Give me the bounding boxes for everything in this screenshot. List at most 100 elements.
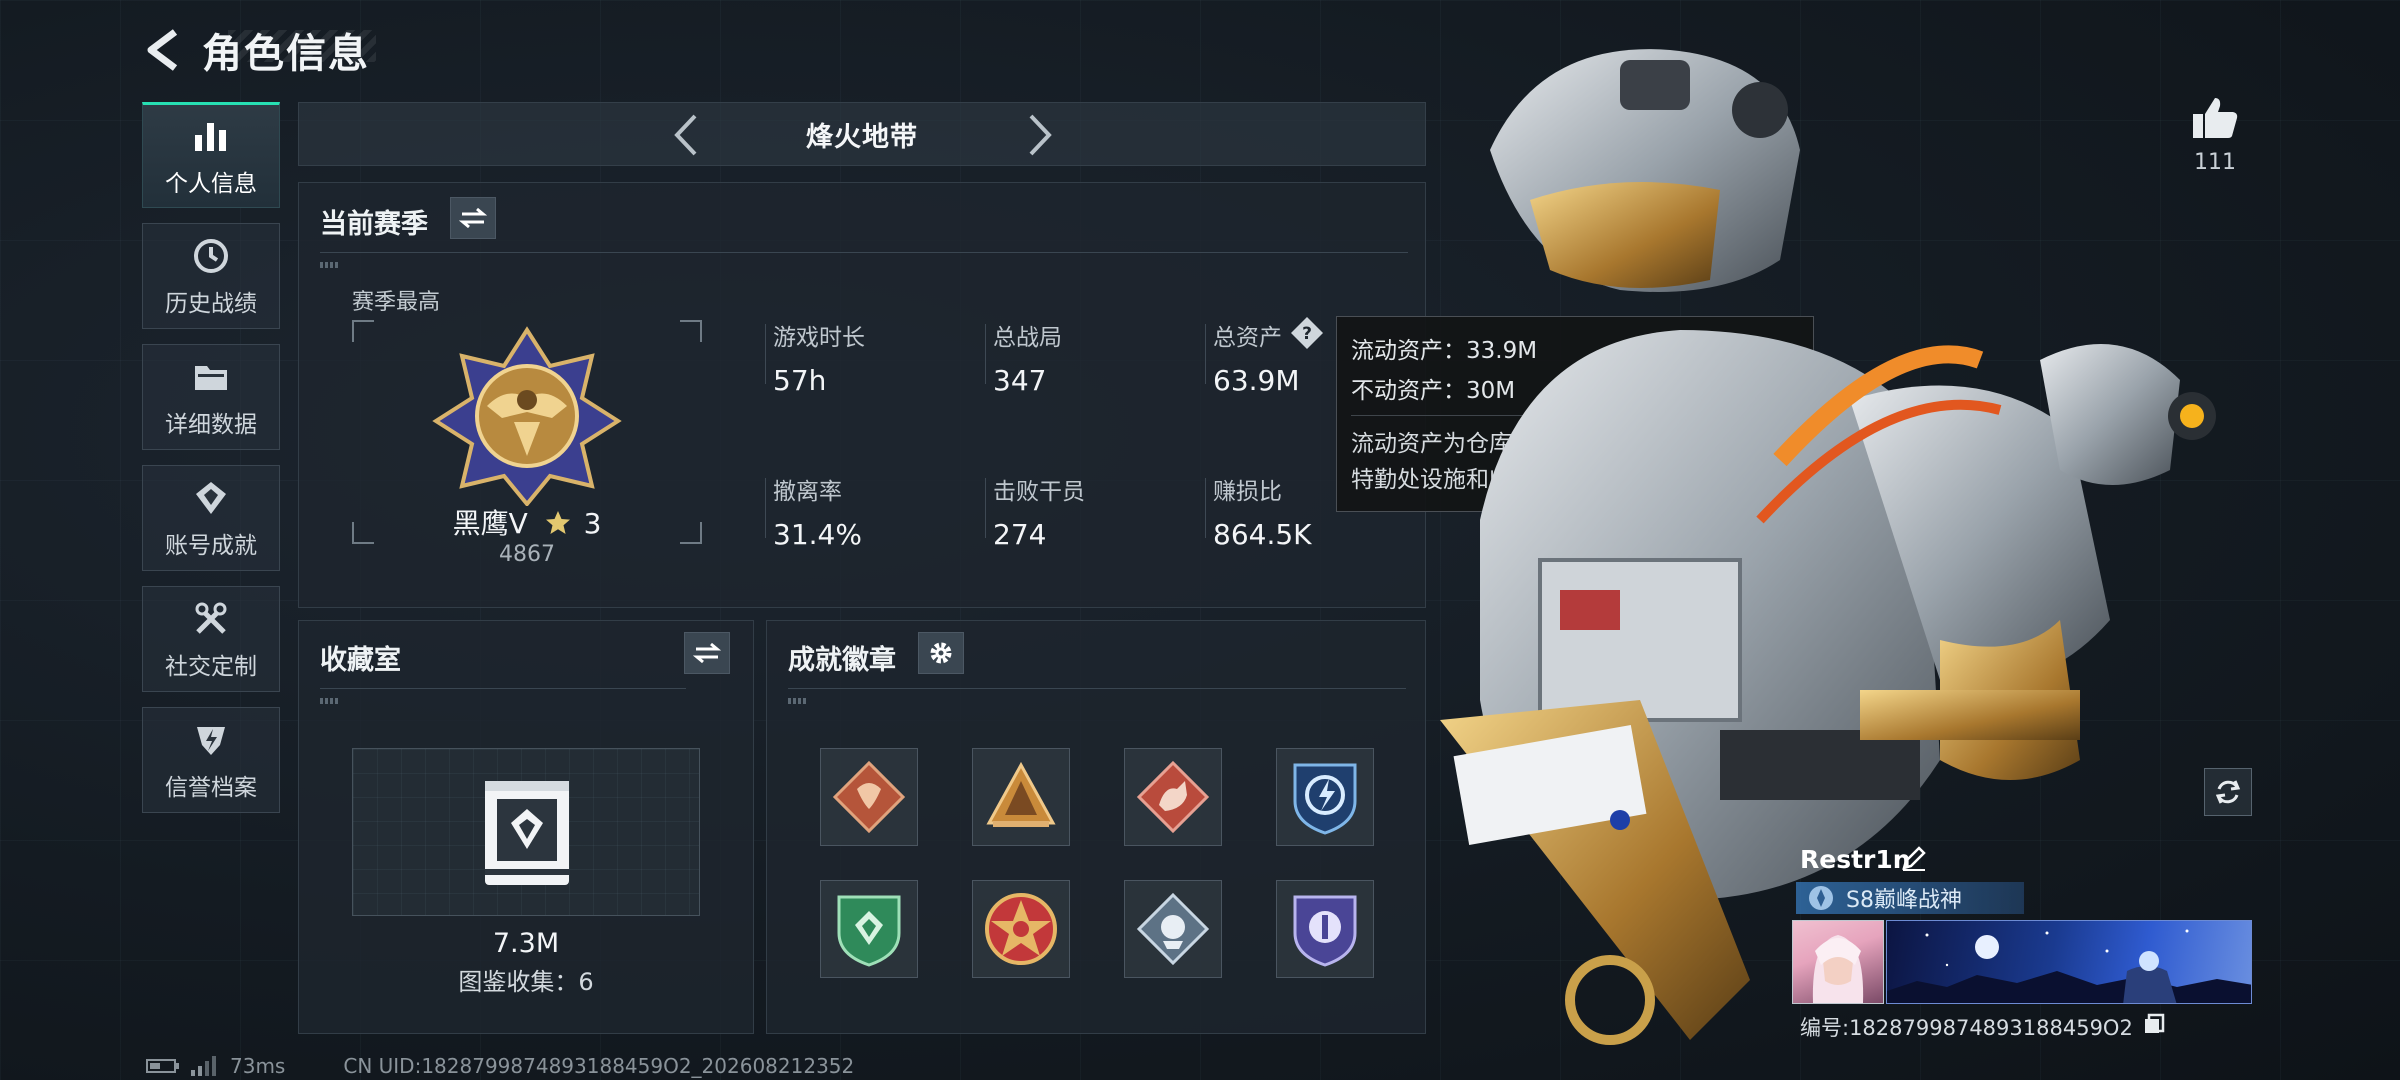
rank-name-line: 黑鹰Ⅴ 3	[352, 502, 702, 542]
night-sky-illustration	[1887, 929, 2251, 1003]
decoration	[320, 262, 340, 268]
stat-label: 总资产	[1213, 325, 1282, 351]
badge-slot[interactable]	[972, 880, 1070, 978]
lightning-shield-badge-icon	[1293, 763, 1357, 835]
season-peak-label: 赛季最高	[352, 290, 441, 315]
stat-value: 347	[993, 364, 1047, 397]
achievement-icon	[189, 476, 233, 520]
sidebar-item-achievements[interactable]: 账号成就	[142, 465, 280, 571]
badge-slot[interactable]	[1124, 880, 1222, 978]
divider	[320, 252, 1408, 253]
season-panel-title: 当前赛季	[320, 209, 428, 240]
collection-value: 7.3M	[492, 928, 560, 959]
header: 角色信息	[140, 22, 370, 78]
stat-kills: 击败干员 274	[985, 472, 1085, 551]
player-title: S8巅峰战神	[1846, 888, 1962, 913]
stat-label: 总战局	[993, 325, 1062, 351]
sidebar-item-history[interactable]: 历史战绩	[142, 223, 280, 329]
like-count: 111	[2194, 150, 2236, 175]
sidebar-item-label: 详细数据	[165, 412, 257, 438]
rank-score: 4867	[499, 542, 555, 567]
page-title: 角色信息	[202, 31, 370, 77]
stat-total-assets: 总资产 63.9M	[1205, 318, 1300, 397]
badge-slot[interactable]	[972, 748, 1070, 846]
badge-slot[interactable]	[1124, 748, 1222, 846]
ping-value: 73ms	[230, 1054, 286, 1078]
season-switch-button[interactable]	[450, 197, 496, 239]
player-id: 编号:1828799874893188459O2	[1800, 1016, 2133, 1040]
refresh-icon	[2215, 780, 2241, 804]
sidebar-item-label: 个人信息	[165, 171, 257, 197]
display-case-icon	[485, 781, 569, 885]
thumbs-up-icon	[2193, 98, 2238, 138]
rank-stars: 3	[583, 507, 602, 540]
footer-uid: CN UID:1828799874893188459O2_20260821235…	[343, 1054, 855, 1078]
badge-slot[interactable]	[1276, 748, 1374, 846]
copy-icon[interactable]	[2142, 1012, 2166, 1036]
stat-value: 274	[993, 518, 1047, 551]
stat-label: 击败干员	[993, 479, 1085, 505]
stat-label: 游戏时长	[773, 325, 865, 351]
stat-extraction-rate: 撤离率 31.4%	[765, 472, 862, 551]
stat-value: 57h	[773, 364, 827, 397]
stat-profit-ratio: 赚损比 864.5K	[1205, 472, 1312, 551]
player-title-badge: S8巅峰战神	[1796, 882, 2024, 914]
prev-mode-button[interactable]	[659, 109, 713, 161]
battery-icon	[146, 1059, 179, 1073]
stat-separator	[985, 324, 986, 384]
sidebar-item-social[interactable]: 社交定制	[142, 586, 280, 692]
sidebar-item-details[interactable]: 详细数据	[142, 344, 280, 450]
svg-text:?: ?	[1302, 324, 1312, 344]
avatar[interactable]	[1792, 920, 1884, 1004]
back-arrow-icon	[147, 29, 178, 71]
next-mode-button[interactable]	[1013, 109, 1067, 161]
help-icon[interactable]: ?	[1290, 316, 1324, 350]
badges-settings-button[interactable]	[918, 632, 964, 674]
stat-value: 864.5K	[1213, 518, 1312, 551]
rank-emblem-icon	[432, 326, 622, 506]
sidebar-item-label: 账号成就	[165, 533, 257, 559]
signal-icon	[191, 1056, 216, 1076]
shield-icon	[189, 718, 233, 762]
wrench-icon	[189, 597, 233, 641]
mode-selector: 烽火地带	[298, 102, 1426, 166]
gear-icon	[930, 642, 952, 664]
chevron-right-icon	[1029, 114, 1052, 156]
mode-name: 烽火地带	[806, 121, 918, 153]
sidebar-item-label: 社交定制	[165, 654, 257, 680]
stat-value: 31.4%	[773, 518, 862, 551]
stat-total-matches: 总战局 347	[985, 318, 1062, 397]
decoration	[788, 698, 808, 704]
divider	[320, 688, 686, 689]
title-emblem-icon	[1809, 886, 1833, 910]
status-bar: 73ms CN UID:1828799874893188459O2_202608…	[146, 1054, 854, 1078]
back-button[interactable]	[140, 25, 186, 75]
frame-corner	[352, 320, 374, 342]
stat-label: 赚损比	[1213, 479, 1282, 505]
star-badge-icon	[985, 893, 1057, 965]
stat-separator	[1205, 324, 1206, 384]
character-model	[1440, 49, 2216, 1045]
dragon-badge-icon	[832, 760, 906, 834]
swap-icon	[459, 207, 487, 229]
stat-label: 撤离率	[773, 479, 842, 505]
like-button[interactable]: 111	[2180, 96, 2250, 175]
stat-separator	[1205, 478, 1206, 538]
sidebar-item-credit[interactable]: 信誉档案	[142, 707, 280, 813]
history-icon	[189, 234, 233, 278]
sidebar-item-personal-info[interactable]: 个人信息	[142, 102, 280, 208]
green-shield-badge-icon	[837, 895, 901, 967]
edit-name-icon[interactable]	[1900, 844, 1928, 872]
collection-display-case[interactable]	[352, 748, 700, 916]
badge-slot[interactable]	[820, 880, 918, 978]
badge-slot[interactable]	[1276, 880, 1374, 978]
swap-icon	[693, 642, 721, 664]
badge-slot[interactable]	[820, 748, 918, 846]
rabbit-badge-icon	[1136, 760, 1210, 834]
stat-playtime: 游戏时长 57h	[765, 318, 865, 397]
collection-switch-button[interactable]	[684, 632, 730, 674]
name-card-banner[interactable]	[1886, 920, 2252, 1004]
sidebar-item-label: 信誉档案	[165, 775, 257, 801]
badges-panel-title: 成就徽章	[788, 645, 896, 676]
refresh-button[interactable]	[2204, 768, 2252, 816]
